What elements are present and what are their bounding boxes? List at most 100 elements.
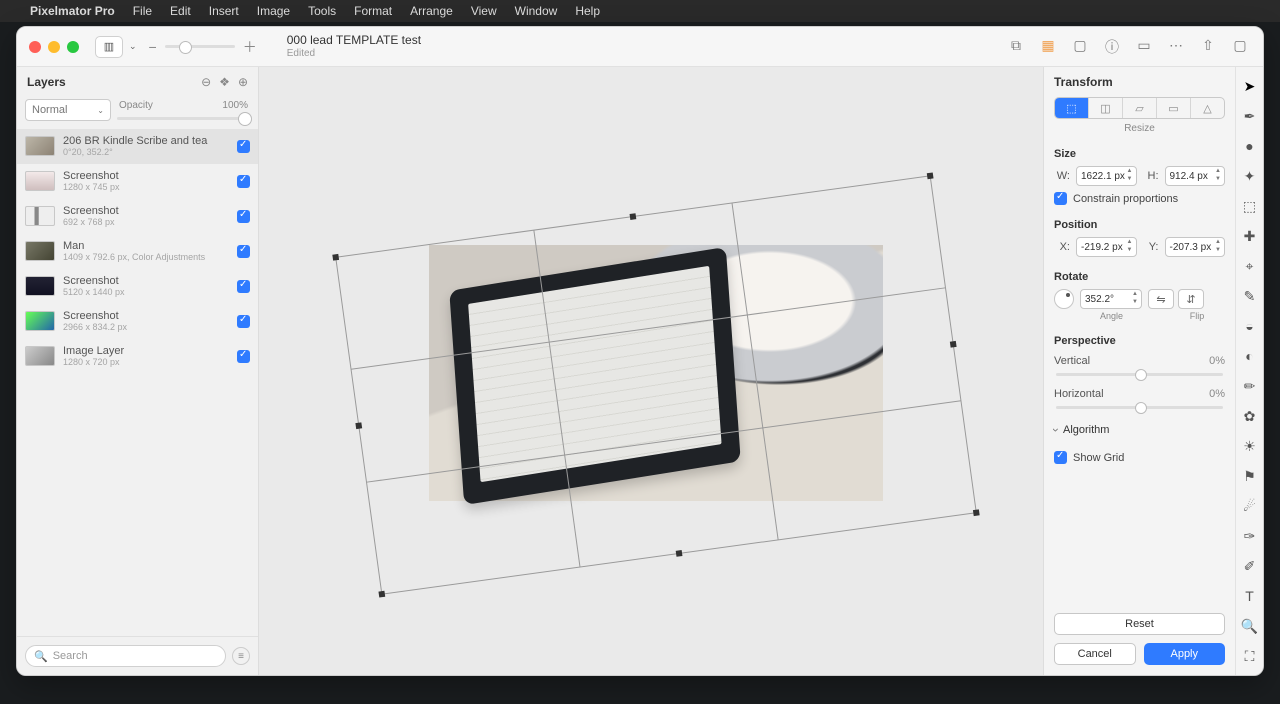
layers-collapse-icon[interactable]: ⊖ xyxy=(201,75,211,89)
flip-horizontal-button[interactable]: ⇋ xyxy=(1148,289,1174,309)
layers-stack-icon[interactable]: ❖ xyxy=(219,75,230,89)
y-input[interactable]: -207.3 px▲▼ xyxy=(1165,237,1226,257)
menu-image[interactable]: Image xyxy=(257,4,290,18)
position-title: Position xyxy=(1054,219,1225,231)
layers-search-input[interactable]: 🔍 Search xyxy=(25,645,226,667)
gradient-tool-icon[interactable]: ◐ xyxy=(1241,347,1259,365)
flip-caption: Flip xyxy=(1169,311,1225,321)
minimize-window-button[interactable] xyxy=(48,41,60,53)
apply-button[interactable]: Apply xyxy=(1144,643,1226,665)
layer-item[interactable]: Screenshot692 x 768 px xyxy=(17,199,258,234)
constrain-checkbox[interactable] xyxy=(1054,192,1067,205)
menu-tools[interactable]: Tools xyxy=(308,4,336,18)
zoom-control[interactable]: − ＋ xyxy=(149,37,257,57)
layer-visible-checkbox[interactable] xyxy=(237,350,250,363)
constrain-label: Constrain proportions xyxy=(1073,193,1178,205)
y-value: -207.3 px xyxy=(1170,242,1212,253)
heal-tool-icon[interactable]: ✚ xyxy=(1241,227,1259,245)
effects-tool-icon[interactable]: ✿ xyxy=(1241,407,1259,425)
layer-item[interactable]: Screenshot2966 x 834.2 px xyxy=(17,304,258,339)
type-tool-icon[interactable]: T xyxy=(1241,587,1259,605)
menu-arrange[interactable]: Arrange xyxy=(410,4,453,18)
pen-tool-icon[interactable]: ✒ xyxy=(1241,107,1259,125)
clone-tool-icon[interactable]: ⌖ xyxy=(1241,257,1259,275)
sidebar-menu-chevron-icon[interactable]: ⌄ xyxy=(129,41,137,52)
layer-visible-checkbox[interactable] xyxy=(237,315,250,328)
marquee-tool-icon[interactable]: ⬚ xyxy=(1241,197,1259,215)
flip-vertical-button[interactable]: ⇵ xyxy=(1178,289,1204,309)
vector-tool-icon[interactable]: ✐ xyxy=(1241,557,1259,575)
eraser-tool-icon[interactable]: ✎ xyxy=(1241,287,1259,305)
app-name[interactable]: Pixelmator Pro xyxy=(30,4,115,18)
layer-visible-checkbox[interactable] xyxy=(237,175,250,188)
zoom-tool-icon[interactable]: 🔍 xyxy=(1241,617,1259,635)
repair-tool-icon[interactable]: ⚑ xyxy=(1241,467,1259,485)
panel-icon[interactable]: ▢ xyxy=(1231,37,1249,57)
smudge-tool-icon[interactable]: ☄ xyxy=(1241,497,1259,515)
layer-dims: 692 x 768 px xyxy=(63,217,229,227)
share-icon[interactable]: ⇧ xyxy=(1199,37,1217,57)
menu-insert[interactable]: Insert xyxy=(209,4,239,18)
tab-skew[interactable]: ▱ xyxy=(1123,98,1157,118)
blend-mode-select[interactable]: Normal ⌄ xyxy=(25,99,111,121)
shape-tool-icon[interactable]: ● xyxy=(1241,137,1259,155)
angle-input[interactable]: 352.2°▲▼ xyxy=(1080,289,1142,309)
eyedrop-tool-icon[interactable]: ✑ xyxy=(1241,527,1259,545)
canvas-area[interactable] xyxy=(259,67,1043,675)
algorithm-disclosure[interactable]: Algorithm xyxy=(1054,423,1225,437)
zoom-window-button[interactable] xyxy=(67,41,79,53)
menu-help[interactable]: Help xyxy=(575,4,600,18)
rotation-dial[interactable] xyxy=(1054,289,1074,309)
zoom-out-icon[interactable]: − xyxy=(149,39,157,55)
tab-resize[interactable]: ⬚ xyxy=(1055,98,1089,118)
document-icon[interactable]: ▭ xyxy=(1135,37,1153,57)
cancel-button[interactable]: Cancel xyxy=(1054,643,1136,665)
x-input[interactable]: -219.2 px▲▼ xyxy=(1076,237,1137,257)
close-window-button[interactable] xyxy=(29,41,41,53)
horizontal-slider[interactable] xyxy=(1056,406,1223,409)
menu-view[interactable]: View xyxy=(471,4,497,18)
menu-edit[interactable]: Edit xyxy=(170,4,191,18)
tab-freeform[interactable]: ◫ xyxy=(1089,98,1123,118)
zoom-in-icon[interactable]: ＋ xyxy=(243,37,257,57)
reset-button[interactable]: Reset xyxy=(1054,613,1225,635)
transform-mode-tabs[interactable]: ⬚ ◫ ▱ ▭ △ xyxy=(1054,97,1225,119)
color-picker-icon[interactable]: ▦ xyxy=(1039,37,1057,57)
layer-visible-checkbox[interactable] xyxy=(237,140,250,153)
height-input[interactable]: 912.4 px▲▼ xyxy=(1165,166,1226,186)
zoom-slider[interactable] xyxy=(165,45,235,48)
info-icon[interactable]: ⓘ xyxy=(1103,37,1121,57)
menu-format[interactable]: Format xyxy=(354,4,392,18)
opacity-slider[interactable] xyxy=(117,117,250,120)
show-grid-checkbox[interactable] xyxy=(1054,451,1067,464)
layer-visible-checkbox[interactable] xyxy=(237,245,250,258)
layer-item[interactable]: Man1409 x 792.6 px, Color Adjustments xyxy=(17,234,258,269)
bucket-tool-icon[interactable]: ◒ xyxy=(1241,317,1259,335)
tab-distort[interactable]: ▭ xyxy=(1157,98,1191,118)
layer-visible-checkbox[interactable] xyxy=(237,280,250,293)
transform-title: Transform xyxy=(1054,75,1225,89)
layers-filter-button[interactable]: ≡ xyxy=(232,647,250,665)
menu-window[interactable]: Window xyxy=(515,4,558,18)
width-input[interactable]: 1622.1 px▲▼ xyxy=(1076,166,1137,186)
blend-mode-value: Normal xyxy=(32,104,67,116)
brush-tool-icon[interactable]: ✏ xyxy=(1241,377,1259,395)
layer-visible-checkbox[interactable] xyxy=(237,210,250,223)
layers-add-icon[interactable]: ⊕ xyxy=(238,75,248,89)
more-icon[interactable]: ⋯ xyxy=(1167,37,1185,57)
arrow-tool-icon[interactable]: ➤ xyxy=(1241,77,1259,95)
color-tool-icon[interactable]: ☀ xyxy=(1241,437,1259,455)
layer-item[interactable]: Image Layer1280 x 720 px xyxy=(17,339,258,374)
layer-item[interactable]: 206 BR Kindle Scribe and tea0°20, 352.2° xyxy=(17,129,258,164)
sidebar-toggle-button[interactable]: ▥ xyxy=(95,36,123,58)
layer-item[interactable]: Screenshot5120 x 1440 px xyxy=(17,269,258,304)
vertical-slider[interactable] xyxy=(1056,373,1223,376)
menu-file[interactable]: File xyxy=(133,4,152,18)
add-layer-icon[interactable]: ⧉ xyxy=(1007,37,1025,57)
crop-tool-icon[interactable]: ⛶ xyxy=(1241,647,1259,665)
wand-tool-icon[interactable]: ✦ xyxy=(1241,167,1259,185)
person-icon[interactable]: ▢ xyxy=(1071,37,1089,57)
opacity-control[interactable]: Opacity 100% xyxy=(117,100,250,120)
layer-item[interactable]: Screenshot1280 x 745 px xyxy=(17,164,258,199)
tab-perspective[interactable]: △ xyxy=(1191,98,1224,118)
